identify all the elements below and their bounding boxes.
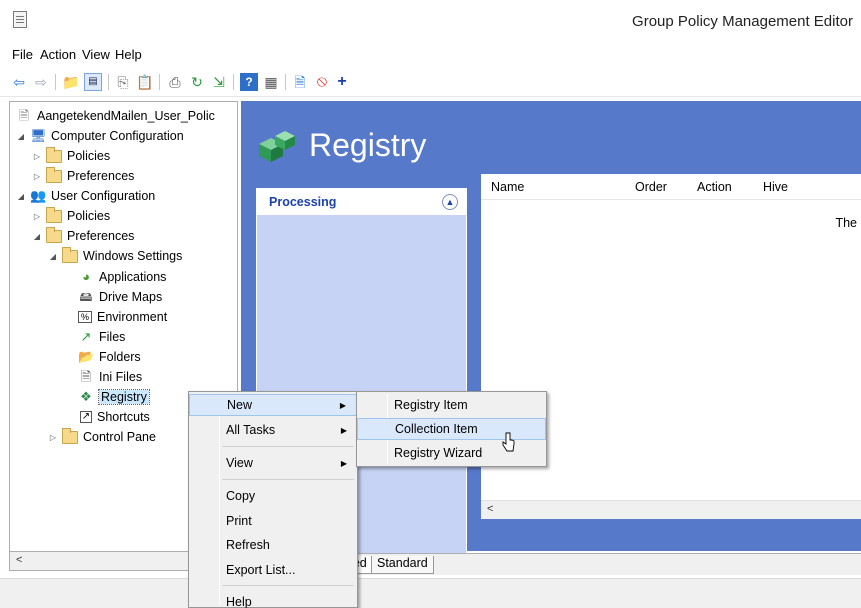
- items-list[interactable]: Name Order Action Hive The: [481, 174, 861, 519]
- context-menu: New ▶ All Tasks ▶ View ▶ Copy Print Refr…: [188, 391, 358, 608]
- tree-item-applications[interactable]: ◕ Applications: [78, 267, 166, 287]
- tab-standard[interactable]: Standard: [371, 556, 434, 574]
- status-bar: [0, 578, 861, 608]
- tree-item-folders[interactable]: 📂 Folders: [78, 347, 141, 367]
- menu-item-help[interactable]: Help: [189, 591, 357, 608]
- tree-item-windows-settings[interactable]: ◢ Windows Settings: [48, 246, 182, 266]
- menu-file[interactable]: File: [12, 47, 33, 62]
- new-item-icon[interactable]: 🗎: [291, 73, 309, 91]
- column-action[interactable]: Action: [697, 180, 732, 194]
- scroll-left-icon[interactable]: <: [16, 554, 22, 566]
- computer-icon: 🖥: [30, 128, 47, 143]
- column-order[interactable]: Order: [635, 180, 667, 194]
- column-hive[interactable]: Hive: [763, 180, 788, 194]
- menu-item-new[interactable]: New ▶: [189, 394, 357, 416]
- refresh-icon[interactable]: ↻: [188, 73, 206, 91]
- tree-item-ini-files[interactable]: 🗎 Ini Files: [78, 367, 142, 387]
- ini-file-icon: 🗎: [80, 369, 92, 384]
- menu-bar: File Action View Help: [0, 43, 861, 65]
- users-icon: 👥: [30, 188, 47, 203]
- column-name[interactable]: Name: [491, 180, 524, 194]
- submenu-arrow-icon: ▶: [340, 458, 347, 468]
- empty-list-message: The: [835, 216, 857, 230]
- tree-item-shortcuts[interactable]: ↗ Shortcuts: [78, 407, 150, 427]
- menu-item-export-list[interactable]: Export List...: [189, 559, 357, 581]
- submenu-arrow-icon: ▶: [340, 425, 347, 435]
- menu-help[interactable]: Help: [115, 47, 142, 62]
- folder-icon: [46, 166, 62, 183]
- drive-icon: 🖴: [79, 289, 93, 304]
- title-bar: Group Policy Management Editor: [0, 0, 861, 40]
- up-folder-icon[interactable]: 📁: [62, 73, 80, 91]
- window-title: Group Policy Management Editor: [632, 13, 853, 30]
- tree-item-root[interactable]: 🗎 AangetekendMailen_User_Polic: [16, 106, 215, 126]
- folder-icon: [46, 146, 62, 163]
- expand-arrow-icon[interactable]: ▷: [48, 433, 58, 442]
- tree-item-drive-maps[interactable]: 🖴 Drive Maps: [78, 287, 162, 307]
- menu-item-view[interactable]: View ▶: [189, 452, 357, 474]
- tree-item-user-configuration[interactable]: ◢ 👥 User Configuration: [16, 186, 155, 206]
- collapse-arrow-icon[interactable]: ◢: [16, 192, 26, 201]
- expand-arrow-icon[interactable]: ▷: [32, 212, 42, 221]
- policy-icon: 🗎: [18, 108, 30, 123]
- menu-item-registry-wizard[interactable]: Registry Wizard: [357, 442, 546, 464]
- list-horizontal-scrollbar[interactable]: <: [481, 500, 861, 519]
- tree-item-cc-preferences[interactable]: ▷ Preferences: [32, 166, 134, 186]
- folder-icon: [46, 206, 62, 223]
- collapse-arrow-icon[interactable]: ◢: [48, 252, 58, 261]
- tree-item-uc-policies[interactable]: ▷ Policies: [32, 206, 110, 226]
- tree-item-control-panel[interactable]: ▷ Control Pane: [48, 427, 156, 447]
- shortcut-icon: ↗: [80, 411, 92, 423]
- control-panel-icon: [62, 427, 78, 444]
- properties-icon[interactable]: ▦: [262, 73, 280, 91]
- toolbar: ⇦ ⇨ 📁 ▤ ⎘ 📋 ⎙ ↻ ⇲ ? ▦ 🗎 ⦸ +: [0, 67, 861, 97]
- tree-item-cc-policies[interactable]: ▷ Policies: [32, 146, 110, 166]
- tree-item-environment[interactable]: % Environment: [78, 307, 167, 327]
- collapse-chevron-icon[interactable]: ▲: [442, 194, 458, 210]
- menu-item-copy[interactable]: Copy: [189, 485, 357, 507]
- back-arrow-icon[interactable]: ⇦: [10, 73, 28, 91]
- add-icon[interactable]: +: [333, 73, 351, 91]
- print-icon[interactable]: ⎙: [166, 73, 184, 91]
- forward-arrow-icon[interactable]: ⇨: [32, 73, 50, 91]
- help-icon[interactable]: ?: [240, 73, 258, 91]
- paste-icon[interactable]: 📋: [136, 73, 154, 91]
- tree-item-registry[interactable]: ❖ Registry: [78, 387, 150, 407]
- tree-item-uc-preferences[interactable]: ◢ Preferences: [32, 226, 134, 246]
- app-icon: [13, 11, 27, 28]
- export-icon[interactable]: ⇲: [210, 73, 228, 91]
- collapse-arrow-icon[interactable]: ◢: [16, 132, 26, 141]
- folder-icon: [46, 226, 62, 243]
- menu-item-all-tasks[interactable]: All Tasks ▶: [189, 419, 357, 441]
- applications-icon: ◕: [82, 269, 90, 284]
- expand-arrow-icon[interactable]: ▷: [32, 172, 42, 181]
- processing-header[interactable]: Processing ▲: [257, 189, 466, 215]
- scroll-left-icon[interactable]: <: [487, 503, 493, 515]
- list-header: Name Order Action Hive: [481, 174, 861, 200]
- menu-action[interactable]: Action: [40, 47, 76, 62]
- registry-header-icon: [259, 131, 295, 162]
- environment-icon: %: [78, 311, 92, 323]
- stop-icon[interactable]: ⦸: [313, 73, 331, 91]
- menu-item-collection-item[interactable]: Collection Item: [357, 418, 546, 440]
- copy-icon[interactable]: ⎘: [114, 73, 132, 91]
- submenu-arrow-icon: ▶: [339, 400, 346, 410]
- mouse-cursor-icon: [502, 432, 515, 452]
- menu-item-registry-item[interactable]: Registry Item: [357, 394, 546, 416]
- files-icon: ↗: [80, 329, 92, 344]
- show-hide-tree-icon[interactable]: ▤: [84, 73, 102, 91]
- folders-icon: 📂: [78, 349, 95, 364]
- collapse-arrow-icon[interactable]: ◢: [32, 232, 42, 241]
- registry-icon: ❖: [80, 389, 92, 404]
- menu-item-print[interactable]: Print: [189, 510, 357, 532]
- expand-arrow-icon[interactable]: ▷: [32, 152, 42, 161]
- menu-item-refresh[interactable]: Refresh: [189, 534, 357, 556]
- folder-icon: [62, 246, 78, 263]
- menu-view[interactable]: View: [82, 47, 110, 62]
- page-title: Registry: [309, 127, 427, 163]
- tree-item-computer-configuration[interactable]: ◢ 🖥 Computer Configuration: [16, 126, 184, 146]
- tree-item-files[interactable]: ↗ Files: [78, 327, 126, 347]
- new-submenu: Registry Item Collection Item Registry W…: [356, 391, 547, 467]
